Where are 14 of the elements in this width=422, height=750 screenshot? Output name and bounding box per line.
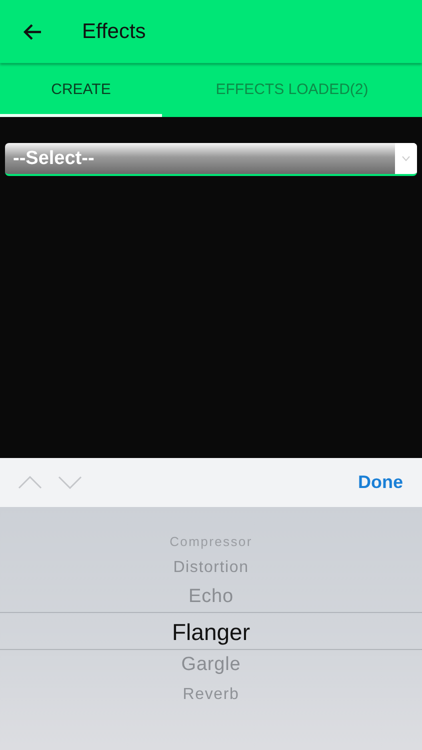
- tab[interactable]: EFFECTS LOADED(2): [162, 63, 422, 117]
- picker-option[interactable]: Distortion: [0, 553, 422, 582]
- chevron-down-icon[interactable]: [58, 476, 82, 489]
- select-dropdown[interactable]: --Select--: [5, 143, 417, 176]
- back-icon[interactable]: [22, 22, 42, 40]
- chevron-down-icon: [402, 156, 410, 161]
- picker-option[interactable]: Flanger: [0, 612, 422, 650]
- picker-option[interactable]: Gargle: [0, 650, 422, 680]
- picker-option[interactable]: Echo: [0, 582, 422, 612]
- chevron-up-icon[interactable]: [18, 476, 42, 489]
- dropdown-value: --Select--: [12, 147, 96, 171]
- done-button[interactable]: Done: [358, 469, 403, 496]
- picker-option[interactable]: Reverb: [0, 680, 422, 709]
- screen-title: Effects: [82, 18, 146, 45]
